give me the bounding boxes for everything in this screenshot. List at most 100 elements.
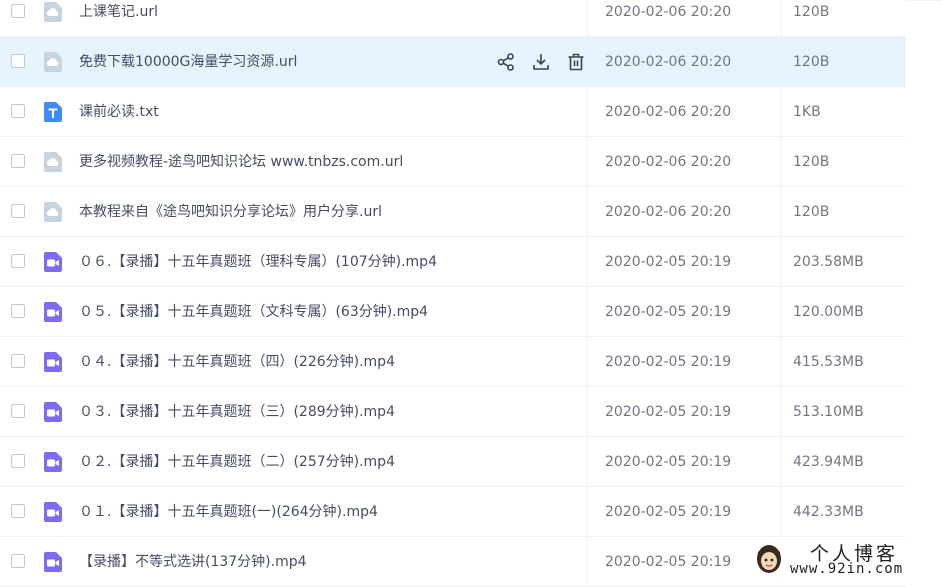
file-row[interactable]: 免费下载10000G海量学习资源.url 2020-02-06 20:20 120B xyxy=(0,37,942,87)
row-checkbox[interactable] xyxy=(11,254,25,268)
column-divider xyxy=(781,37,782,87)
download-icon[interactable] xyxy=(530,51,552,73)
file-size: 415.53MB xyxy=(793,354,864,370)
file-name[interactable]: 免费下载10000G海量学习资源.url xyxy=(79,53,297,71)
column-divider xyxy=(781,287,782,337)
column-divider xyxy=(781,437,782,487)
file-row[interactable]: ０３.【录播】十五年真题班（三）(289分钟).mp4 2020-02-05 20… xyxy=(0,387,942,437)
file-row[interactable]: ０５.【录播】十五年真题班（文科专属）(63分钟).mp4 2020-02-05 … xyxy=(0,287,942,337)
row-checkbox[interactable] xyxy=(11,4,25,18)
file-date: 2020-02-06 20:20 xyxy=(605,54,732,70)
column-divider xyxy=(781,237,782,287)
column-divider xyxy=(781,487,782,537)
file-size: 120B xyxy=(793,54,830,70)
column-divider xyxy=(587,337,588,387)
file-row[interactable]: 本教程来自《途鸟吧知识分享论坛》用户分享.url 2020-02-06 20:20… xyxy=(0,187,942,237)
file-name[interactable]: ０１.【录播】十五年真题班(一)(264分钟).mp4 xyxy=(79,503,378,521)
file-row[interactable]: ０６.【录播】十五年真题班（理科专属）(107分钟).mp4 2020-02-05… xyxy=(0,237,942,287)
row-checkbox[interactable] xyxy=(11,554,25,568)
column-divider xyxy=(781,387,782,437)
file-name[interactable]: 【录播】不等式选讲(137分钟).mp4 xyxy=(79,553,307,571)
file-size: 442.33MB xyxy=(793,504,864,520)
row-checkbox[interactable] xyxy=(11,354,25,368)
video-file-icon xyxy=(44,552,62,572)
column-divider xyxy=(587,537,588,587)
file-date: 2020-02-05 20:19 xyxy=(605,404,732,420)
file-size: 120B xyxy=(793,4,830,20)
file-name[interactable]: ０２.【录播】十五年真题班（二）(257分钟).mp4 xyxy=(79,453,395,471)
file-date: 2020-02-05 20:19 xyxy=(605,254,732,270)
file-row[interactable]: 更多视频教程-途鸟吧知识论坛 www.tnbzs.com.url 2020-02-… xyxy=(0,137,942,187)
file-name[interactable]: ０５.【录播】十五年真题班（文科专属）(63分钟).mp4 xyxy=(79,303,428,321)
file-date: 2020-02-06 20:20 xyxy=(605,204,732,220)
row-checkbox[interactable] xyxy=(11,104,25,118)
watermark: 个人博客 www.92in.com xyxy=(746,538,942,581)
row-checkbox[interactable] xyxy=(11,504,25,518)
file-size: 120.00MB xyxy=(793,304,864,320)
video-file-icon xyxy=(44,352,62,372)
file-size: 423.94MB xyxy=(793,454,864,470)
file-row[interactable]: 上课笔记.url 2020-02-06 20:20 120B xyxy=(0,0,942,37)
file-size: 120B xyxy=(793,154,830,170)
column-divider xyxy=(781,137,782,187)
column-divider xyxy=(587,437,588,487)
column-divider xyxy=(587,487,588,537)
column-divider xyxy=(587,0,588,37)
file-date: 2020-02-06 20:20 xyxy=(605,4,732,20)
file-date: 2020-02-05 20:19 xyxy=(605,354,732,370)
file-date: 2020-02-06 20:20 xyxy=(605,154,732,170)
file-size: 120B xyxy=(793,204,830,220)
url-file-icon xyxy=(44,152,62,172)
file-size: 203.58MB xyxy=(793,254,864,270)
file-row[interactable]: ０４.【录播】十五年真题班（四）(226分钟).mp4 2020-02-05 20… xyxy=(0,337,942,387)
column-divider xyxy=(587,237,588,287)
file-date: 2020-02-05 20:19 xyxy=(605,304,732,320)
file-date: 2020-02-05 20:19 xyxy=(605,554,732,570)
file-size: 1KB xyxy=(793,104,821,120)
video-file-icon xyxy=(44,252,62,272)
file-name[interactable]: ０３.【录播】十五年真题班（三）(289分钟).mp4 xyxy=(79,403,395,421)
file-name[interactable]: ０４.【录播】十五年真题班（四）(226分钟).mp4 xyxy=(79,353,395,371)
file-name[interactable]: 课前必读.txt xyxy=(79,103,159,121)
avatar xyxy=(757,545,781,573)
file-name[interactable]: 上课笔记.url xyxy=(79,3,158,21)
file-row[interactable]: ０２.【录播】十五年真题班（二）(257分钟).mp4 2020-02-05 20… xyxy=(0,437,942,487)
url-file-icon xyxy=(44,202,62,222)
column-divider xyxy=(781,337,782,387)
column-divider xyxy=(587,37,588,87)
file-row[interactable]: 课前必读.txt 2020-02-06 20:20 1KB xyxy=(0,87,942,137)
file-name[interactable]: 本教程来自《途鸟吧知识分享论坛》用户分享.url xyxy=(79,203,382,221)
file-name[interactable]: 更多视频教程-途鸟吧知识论坛 www.tnbzs.com.url xyxy=(79,153,403,171)
column-divider xyxy=(781,187,782,237)
file-date: 2020-02-05 20:19 xyxy=(605,454,732,470)
video-file-icon xyxy=(44,402,62,422)
file-name[interactable]: ０６.【录播】十五年真题班（理科专属）(107分钟).mp4 xyxy=(79,253,437,271)
txt-file-icon xyxy=(44,102,62,122)
row-checkbox[interactable] xyxy=(11,154,25,168)
column-divider xyxy=(781,87,782,137)
share-icon[interactable] xyxy=(495,51,517,73)
row-checkbox[interactable] xyxy=(11,404,25,418)
file-list: 上课笔记.url 2020-02-06 20:20 120B 免费下载10000G海量… xyxy=(0,0,942,587)
watermark-url: www.92in.com xyxy=(790,561,904,577)
row-checkbox[interactable] xyxy=(11,304,25,318)
column-divider xyxy=(587,137,588,187)
row-actions xyxy=(495,51,587,73)
column-divider xyxy=(587,387,588,437)
video-file-icon xyxy=(44,452,62,472)
file-date: 2020-02-06 20:20 xyxy=(605,104,732,120)
url-file-icon xyxy=(44,2,62,22)
url-file-icon xyxy=(44,52,62,72)
column-divider xyxy=(587,287,588,337)
row-checkbox[interactable] xyxy=(11,454,25,468)
video-file-icon xyxy=(44,302,62,322)
file-size: 513.10MB xyxy=(793,404,864,420)
row-checkbox[interactable] xyxy=(11,204,25,218)
trash-icon[interactable] xyxy=(565,51,587,73)
column-divider xyxy=(781,0,782,37)
file-row[interactable]: ０１.【录播】十五年真题班(一)(264分钟).mp4 2020-02-05 20… xyxy=(0,487,942,537)
row-checkbox[interactable] xyxy=(11,54,25,68)
column-divider xyxy=(587,87,588,137)
column-divider xyxy=(587,187,588,237)
file-date: 2020-02-05 20:19 xyxy=(605,504,732,520)
